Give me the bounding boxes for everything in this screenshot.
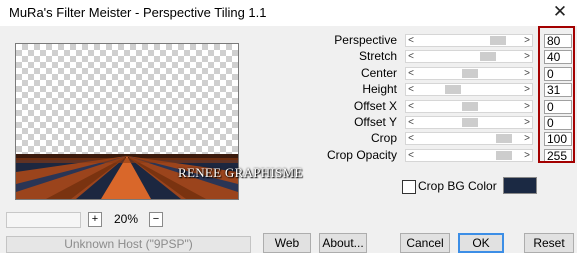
slider-right-arrow-icon[interactable]: > bbox=[522, 149, 532, 162]
param-value-field[interactable]: 0 bbox=[544, 116, 572, 130]
slider-right-arrow-icon[interactable]: > bbox=[522, 100, 532, 113]
param-value-field[interactable]: 255 bbox=[544, 149, 572, 163]
slider-left-arrow-icon[interactable]: < bbox=[406, 34, 416, 47]
param-label: Crop Opacity bbox=[326, 148, 397, 162]
param-slider[interactable]: < > bbox=[405, 67, 533, 80]
slider-right-arrow-icon[interactable]: > bbox=[522, 132, 532, 145]
slider-thumb[interactable] bbox=[490, 36, 506, 45]
param-label: Stretch bbox=[358, 49, 397, 63]
param-slider[interactable]: < > bbox=[405, 132, 533, 145]
crop-bg-label: Crop BG Color bbox=[418, 179, 497, 193]
zoom-out-button[interactable]: − bbox=[149, 212, 163, 227]
cancel-button[interactable]: Cancel bbox=[400, 233, 450, 253]
slider-thumb[interactable] bbox=[445, 85, 461, 94]
param-slider[interactable]: < > bbox=[405, 100, 533, 113]
param-label: Offset X bbox=[353, 99, 397, 113]
about-button[interactable]: About... bbox=[319, 233, 367, 253]
slider-left-arrow-icon[interactable]: < bbox=[406, 132, 416, 145]
slider-right-arrow-icon[interactable]: > bbox=[522, 34, 532, 47]
param-value-field[interactable]: 31 bbox=[544, 83, 572, 97]
param-value-field[interactable]: 40 bbox=[544, 50, 572, 64]
param-slider[interactable]: < > bbox=[405, 116, 533, 129]
slider-right-arrow-icon[interactable]: > bbox=[522, 50, 532, 63]
slider-left-arrow-icon[interactable]: < bbox=[406, 100, 416, 113]
watermark-text: RENEE GRAPHISME bbox=[178, 165, 303, 180]
slider-thumb[interactable] bbox=[496, 151, 512, 160]
slider-right-arrow-icon[interactable]: > bbox=[522, 116, 532, 129]
param-value-field[interactable]: 0 bbox=[544, 100, 572, 114]
param-label: Perspective bbox=[334, 33, 397, 47]
slider-thumb[interactable] bbox=[480, 52, 496, 61]
slider-thumb[interactable] bbox=[462, 118, 478, 127]
window-title: MuRa's Filter Meister - Perspective Tili… bbox=[9, 5, 267, 20]
param-label: Height bbox=[362, 82, 397, 96]
param-label: Crop bbox=[370, 131, 397, 145]
host-status-field: Unknown Host ("9PSP") bbox=[6, 236, 251, 253]
param-slider[interactable]: < > bbox=[405, 149, 533, 162]
param-label: Center bbox=[360, 66, 397, 80]
param-slider[interactable]: < > bbox=[405, 34, 533, 47]
param-value-field[interactable]: 100 bbox=[544, 132, 572, 146]
slider-left-arrow-icon[interactable]: < bbox=[406, 83, 416, 96]
slider-right-arrow-icon[interactable]: > bbox=[522, 83, 532, 96]
zoom-scrollbar[interactable] bbox=[6, 212, 81, 228]
zoom-in-button[interactable]: + bbox=[88, 212, 102, 227]
param-slider[interactable]: < > bbox=[405, 83, 533, 96]
param-slider[interactable]: < > bbox=[405, 50, 533, 63]
slider-left-arrow-icon[interactable]: < bbox=[406, 67, 416, 80]
param-value-field[interactable]: 80 bbox=[544, 34, 572, 48]
title-bar: MuRa's Filter Meister - Perspective Tili… bbox=[0, 0, 577, 26]
slider-right-arrow-icon[interactable]: > bbox=[522, 67, 532, 80]
param-value-field[interactable]: 0 bbox=[544, 67, 572, 81]
transparency-checkerboard bbox=[16, 44, 238, 154]
reset-button[interactable]: Reset bbox=[524, 233, 574, 253]
slider-thumb[interactable] bbox=[462, 102, 478, 111]
ok-button[interactable]: OK bbox=[458, 233, 504, 253]
slider-left-arrow-icon[interactable]: < bbox=[406, 116, 416, 129]
param-label: Offset Y bbox=[354, 115, 397, 129]
crop-bg-checkbox[interactable] bbox=[402, 180, 416, 194]
slider-left-arrow-icon[interactable]: < bbox=[406, 50, 416, 63]
slider-thumb[interactable] bbox=[462, 69, 478, 78]
web-button[interactable]: Web bbox=[263, 233, 311, 253]
crop-bg-color-swatch[interactable] bbox=[503, 177, 537, 194]
zoom-level: 20% bbox=[114, 212, 139, 226]
slider-left-arrow-icon[interactable]: < bbox=[406, 149, 416, 162]
close-icon[interactable]: ✕ bbox=[549, 2, 571, 22]
slider-thumb[interactable] bbox=[496, 134, 512, 143]
